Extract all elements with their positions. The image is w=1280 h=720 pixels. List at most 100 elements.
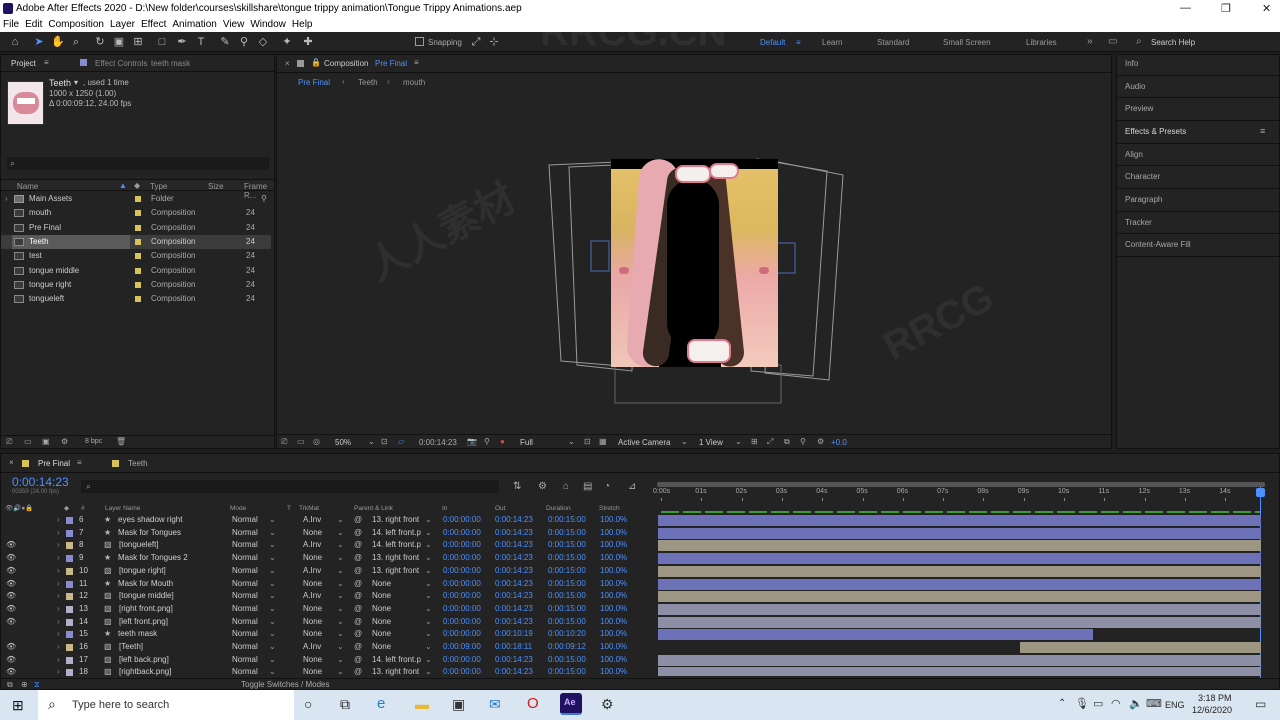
layer-in[interactable]: 0:00:00:00 bbox=[443, 616, 481, 628]
visibility-eye-icon[interactable]: 👁 bbox=[6, 552, 16, 564]
layer-label-swatch[interactable] bbox=[66, 669, 73, 676]
layer-stretch[interactable]: 100.0% bbox=[600, 578, 627, 590]
menu-layer[interactable]: Layer bbox=[107, 18, 138, 31]
label-color-swatch[interactable] bbox=[135, 238, 141, 245]
wifi-icon[interactable]: ◠ bbox=[1111, 697, 1121, 710]
panel-paragraph[interactable]: Paragraph bbox=[1125, 195, 1162, 204]
chevron-down-icon[interactable]: ⌄ bbox=[425, 527, 432, 539]
layer-out[interactable]: 0:00:14:23 bbox=[495, 514, 533, 526]
chevron-down-icon[interactable]: ⌄ bbox=[425, 654, 432, 666]
toggle-pixel-aspect-icon[interactable]: ⊞ bbox=[751, 437, 758, 446]
chevron-down-icon[interactable]: ⌄ bbox=[425, 514, 432, 526]
layer-duration-bar[interactable] bbox=[658, 616, 1261, 628]
layer-out[interactable]: 0:00:14:23 bbox=[495, 590, 533, 602]
project-item-tongue-middle[interactable]: tongue middle Composition 24 bbox=[1, 264, 271, 278]
reset-exposure-icon[interactable]: ⚙ bbox=[817, 437, 824, 446]
breadcrumb-teeth[interactable]: Teeth bbox=[358, 78, 378, 87]
menu-file[interactable]: File bbox=[0, 18, 22, 31]
visibility-eye-icon[interactable]: 👁 bbox=[6, 654, 16, 666]
clone-stamp-tool-icon[interactable]: ⚲ bbox=[237, 35, 251, 49]
draft-3d-icon[interactable]: ⤢ bbox=[767, 437, 773, 447]
snapping-checkbox[interactable] bbox=[415, 37, 424, 46]
layer-name[interactable]: eyes shadow right bbox=[118, 514, 182, 526]
layer-duration[interactable]: 0:00:15:00 bbox=[548, 590, 586, 602]
layer-parent[interactable]: None bbox=[372, 590, 424, 602]
panel-tracker[interactable]: Tracker bbox=[1125, 218, 1152, 227]
windows-start-icon[interactable]: ⊞ bbox=[12, 697, 24, 714]
clock-time[interactable]: 3:18 PM bbox=[1198, 693, 1232, 703]
layer-trkmat[interactable]: A.Inv bbox=[303, 514, 321, 526]
minimize-icon[interactable]: — bbox=[1180, 2, 1191, 14]
workspace-libraries[interactable]: Libraries bbox=[1026, 38, 1057, 47]
project-item-main-assets[interactable]: › Main Assets Folder ⚲ bbox=[1, 192, 271, 206]
layer-label-swatch[interactable] bbox=[66, 644, 73, 651]
interpret-footage-icon[interactable]: ⎚ bbox=[6, 437, 12, 447]
layer-duration-bar[interactable] bbox=[658, 654, 1261, 666]
selected-item-dropdown-icon[interactable]: ▾ bbox=[74, 78, 78, 87]
tab-teeth[interactable]: Teeth bbox=[128, 459, 148, 468]
layer-name[interactable]: teeth mask bbox=[118, 628, 157, 640]
layer-label-swatch[interactable] bbox=[66, 631, 73, 639]
layer-parent[interactable]: 13. right front bbox=[372, 514, 424, 526]
menu-effect[interactable]: Effect bbox=[138, 18, 169, 31]
chevron-down-icon[interactable]: ⌄ bbox=[337, 552, 344, 564]
layer-duration[interactable]: 0:00:15:00 bbox=[548, 514, 586, 526]
workspace-learn[interactable]: Learn bbox=[822, 38, 842, 47]
layer-in[interactable]: 0:00:00:00 bbox=[443, 590, 481, 602]
chevron-down-icon[interactable]: ⌄ bbox=[425, 616, 432, 628]
layer-parent[interactable]: None bbox=[372, 616, 424, 628]
chevron-down-icon[interactable]: ⌄ bbox=[425, 552, 432, 564]
layer-name[interactable]: Mask for Tongues bbox=[118, 527, 181, 539]
chevron-down-icon[interactable]: ⌄ bbox=[337, 666, 344, 676]
visibility-eye-icon[interactable]: 👁 bbox=[6, 603, 16, 615]
layer-duration[interactable]: 0:00:15:00 bbox=[548, 654, 586, 666]
layer-duration-bar[interactable] bbox=[658, 527, 1261, 539]
snapshot-camera-icon[interactable]: 📷 bbox=[467, 437, 477, 446]
delete-icon[interactable]: 🗑 bbox=[116, 437, 126, 446]
layer-trkmat[interactable]: None bbox=[303, 552, 322, 564]
visibility-eye-icon[interactable]: 👁 bbox=[6, 616, 16, 628]
sort-ascending-icon[interactable]: ▲ bbox=[119, 181, 127, 190]
pickwhip-icon[interactable]: @ bbox=[354, 514, 362, 526]
chevron-down-icon[interactable]: ⌄ bbox=[425, 539, 432, 551]
panel-preview[interactable]: Preview bbox=[1125, 104, 1153, 113]
layer-parent[interactable]: 13. right front bbox=[372, 565, 424, 577]
layer-mode[interactable]: Normal bbox=[232, 603, 258, 615]
menu-window[interactable]: Window bbox=[247, 18, 289, 31]
layer-name[interactable]: [tongue right] bbox=[119, 565, 166, 577]
mail-icon[interactable]: ✉ bbox=[489, 696, 501, 713]
layer-duration-bar[interactable] bbox=[658, 603, 1261, 615]
project-item-tongueleft[interactable]: tongueleft Composition 24 bbox=[1, 292, 271, 306]
project-item-teeth[interactable]: Teeth Composition 24 bbox=[1, 234, 271, 249]
chevron-down-icon[interactable]: ⌄ bbox=[269, 527, 276, 539]
chevron-down-icon[interactable]: ⌄ bbox=[425, 603, 432, 615]
layer-mode[interactable]: Normal bbox=[232, 565, 258, 577]
expand-arrow-icon[interactable]: › bbox=[57, 527, 60, 539]
hand-tool-icon[interactable]: ✋ bbox=[51, 35, 65, 49]
time-ruler[interactable]: 0:00s 01s 02s 03s 04s 05s 06s 07s 08s 09s 10s 11s 12… bbox=[653, 487, 1269, 501]
viewer-menu-icon[interactable]: ≡ bbox=[414, 58, 419, 67]
layer-duration-bar[interactable] bbox=[658, 553, 1261, 565]
chevron-down-icon[interactable]: ⌄ bbox=[425, 628, 432, 640]
layer-parent[interactable]: None bbox=[372, 578, 424, 590]
menu-view[interactable]: View bbox=[220, 18, 248, 31]
pickwhip-icon[interactable]: @ bbox=[354, 539, 362, 551]
fit-icon[interactable]: ⊡ bbox=[381, 437, 388, 446]
opera-icon[interactable]: O bbox=[527, 695, 539, 712]
layer-name[interactable]: [rightback.png] bbox=[119, 666, 171, 676]
visibility-eye-icon[interactable]: 👁 bbox=[6, 578, 16, 590]
layer-mode[interactable]: Normal bbox=[232, 514, 258, 526]
frame-blending-icon[interactable]: ▤ bbox=[583, 481, 592, 492]
viewer-lock-icon[interactable] bbox=[297, 60, 304, 67]
layer-duration[interactable]: 0:00:15:00 bbox=[548, 552, 586, 564]
col-type[interactable]: Type bbox=[150, 182, 167, 191]
expand-arrow-icon[interactable]: › bbox=[57, 641, 60, 653]
layer-parent[interactable]: 13. right front bbox=[372, 552, 424, 564]
chevron-down-icon[interactable]: ⌄ bbox=[337, 590, 344, 602]
layer-label-swatch[interactable] bbox=[66, 656, 73, 664]
layer-duration[interactable]: 0:00:15:00 bbox=[548, 527, 586, 539]
layer-trkmat[interactable]: None bbox=[303, 603, 322, 615]
project-item-test[interactable]: test Composition 24 bbox=[1, 249, 271, 263]
pickwhip-icon[interactable]: @ bbox=[354, 565, 362, 577]
breadcrumb-mouth[interactable]: mouth bbox=[403, 78, 425, 87]
